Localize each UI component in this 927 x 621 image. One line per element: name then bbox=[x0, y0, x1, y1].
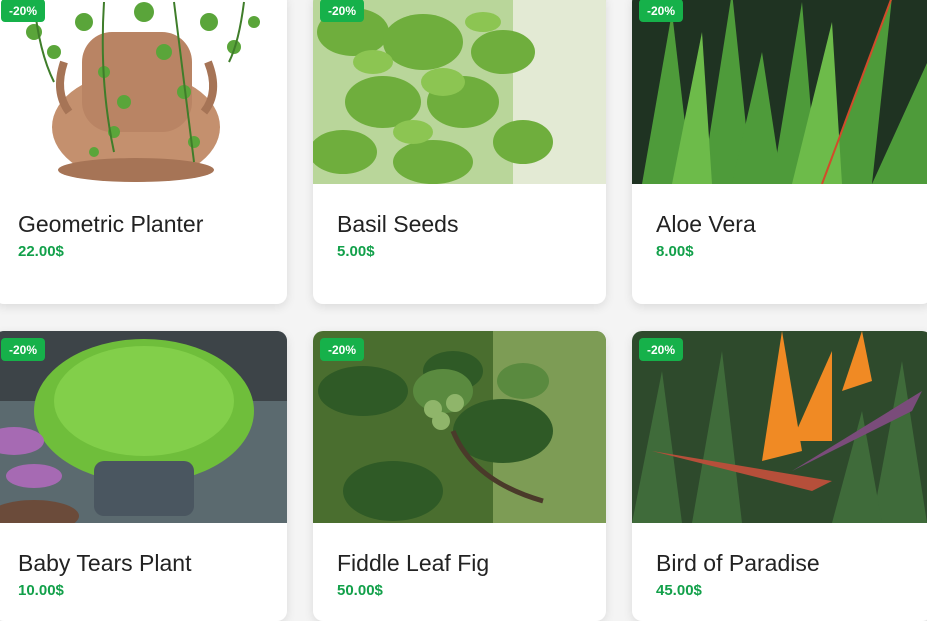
product-card[interactable]: -20% Bird of Paradise 45.00$ bbox=[632, 331, 927, 621]
product-name[interactable]: Aloe Vera bbox=[656, 213, 756, 236]
discount-badge: -20% bbox=[320, 0, 365, 22]
discount-badge: -20% bbox=[320, 338, 365, 361]
product-card[interactable]: -20% Geometric Planter 22.00$ bbox=[0, 0, 287, 304]
product-price: 5.00$ bbox=[337, 243, 375, 260]
discount-badge: -20% bbox=[639, 338, 684, 361]
bird-of-paradise-photo-icon[interactable]: -20% bbox=[632, 331, 927, 523]
product-card[interactable]: -20% Basil Seeds 5.00$ bbox=[313, 0, 606, 304]
product-price: 8.00$ bbox=[656, 243, 694, 260]
product-price: 10.00$ bbox=[18, 582, 64, 599]
discount-badge: -20% bbox=[639, 0, 684, 22]
baby-tears-photo-icon[interactable]: -20% bbox=[0, 331, 287, 523]
basil-photo-icon[interactable]: -20% bbox=[313, 0, 606, 184]
product-price: 45.00$ bbox=[656, 582, 702, 599]
product-name[interactable]: Fiddle Leaf Fig bbox=[337, 552, 489, 575]
fig-photo-icon[interactable]: -20% bbox=[313, 331, 606, 523]
product-name[interactable]: Baby Tears Plant bbox=[18, 552, 191, 575]
planter-photo-icon[interactable]: -20% bbox=[0, 0, 287, 184]
product-price: 22.00$ bbox=[18, 243, 64, 260]
aloe-photo-icon[interactable]: -20% bbox=[632, 0, 927, 184]
product-name[interactable]: Geometric Planter bbox=[18, 213, 203, 236]
product-card[interactable]: -20% Fiddle Leaf Fig 50.00$ bbox=[313, 331, 606, 621]
discount-badge: -20% bbox=[1, 0, 46, 22]
product-card[interactable]: -20% Baby Tears Plant 10.00$ bbox=[0, 331, 287, 621]
product-card[interactable]: -20% Aloe Vera 8.00$ bbox=[632, 0, 927, 304]
product-name[interactable]: Bird of Paradise bbox=[656, 552, 820, 575]
product-price: 50.00$ bbox=[337, 582, 383, 599]
discount-badge: -20% bbox=[1, 338, 46, 361]
product-name[interactable]: Basil Seeds bbox=[337, 213, 458, 236]
